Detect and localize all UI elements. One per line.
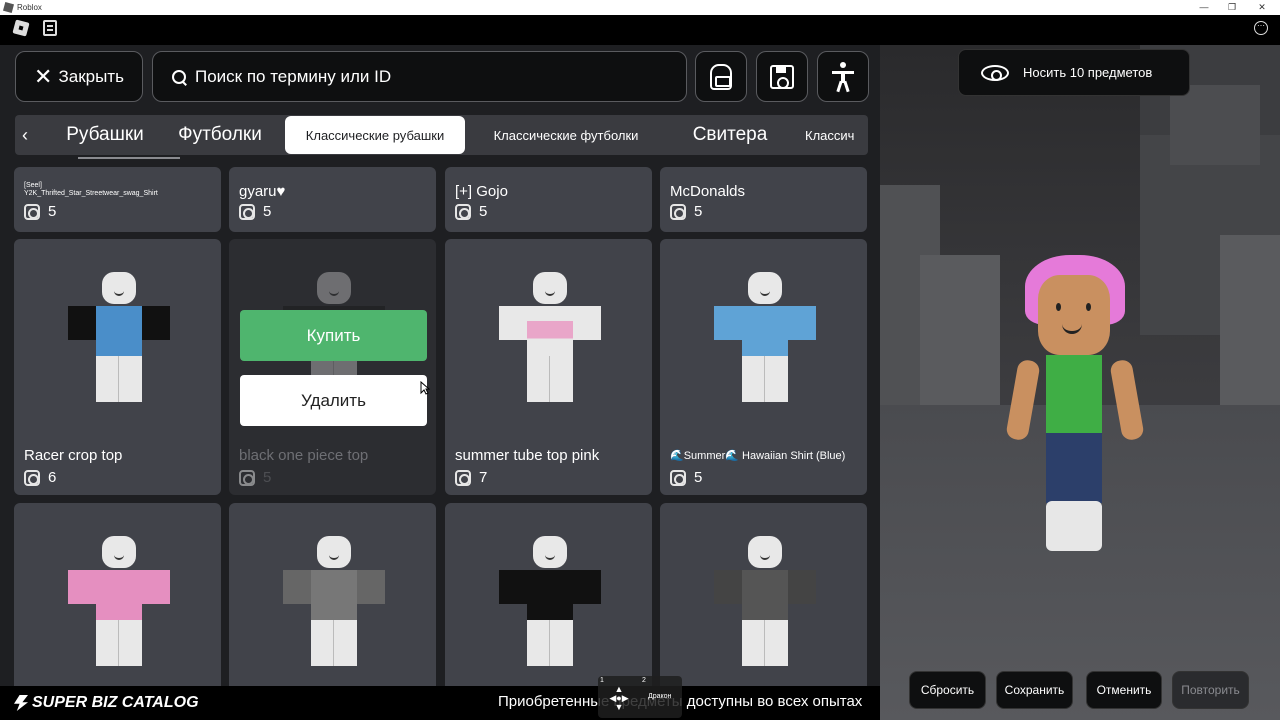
maximize-button[interactable]: ❐ <box>1218 0 1246 15</box>
item-price: 5 <box>24 203 56 220</box>
item-preview <box>497 536 603 676</box>
tab-classic-more[interactable]: Классич <box>805 115 868 155</box>
save-outfit-button[interactable] <box>756 51 808 102</box>
close-catalog-button[interactable]: ✕ Закрыть <box>15 51 143 102</box>
item-preview <box>712 272 818 412</box>
robux-icon <box>24 203 40 220</box>
tab-shirts[interactable]: Рубашки <box>55 115 155 155</box>
wear-items-button[interactable]: Носить 10 предметов <box>958 49 1190 96</box>
item-card[interactable]: Racer crop top 6 <box>14 239 221 495</box>
item-name: gyaru♥ <box>239 183 286 200</box>
notes-icon[interactable] <box>43 20 57 36</box>
buy-button[interactable]: Купить <box>240 310 427 361</box>
brand-logo: SUPER BIZ CATALOG <box>14 694 199 712</box>
redo-button[interactable]: Повторить <box>1172 671 1249 709</box>
window-title: Roblox <box>17 3 42 12</box>
item-preview <box>712 536 818 676</box>
item-card[interactable]: gyaru♥ 5 <box>229 167 436 232</box>
item-price: 7 <box>455 469 487 486</box>
robux-icon <box>24 469 40 486</box>
emote-slot-1: 1 <box>600 677 604 684</box>
search-input[interactable] <box>195 66 675 87</box>
minimize-button[interactable]: — <box>1190 0 1218 15</box>
tabs-back-chevron-icon[interactable]: ‹ <box>15 115 35 155</box>
item-preview <box>66 536 172 676</box>
item-card-selected[interactable]: black one piece top 5 <box>229 239 436 495</box>
floppy-disk-icon <box>770 64 794 89</box>
mouse-cursor-icon <box>420 381 430 395</box>
item-name: McDonalds <box>670 183 746 200</box>
roblox-app-icon <box>2 1 15 14</box>
item-price: 5 <box>239 469 271 486</box>
robux-icon <box>455 469 471 486</box>
emote-label: Дракон <box>648 693 672 700</box>
item-name: black one piece top <box>239 447 369 464</box>
tab-underline <box>78 157 180 159</box>
person-icon <box>830 61 856 92</box>
wear-items-label: Носить 10 предметов <box>1023 65 1153 80</box>
item-name: [+] Gojo <box>455 183 508 200</box>
item-card[interactable]: [+] Gojo 5 <box>445 167 652 232</box>
item-name: 🌊Summer🌊 Hawaiian Shirt (Blue) <box>670 450 846 462</box>
item-name: [Seel] Y2K_Thrifted_Star_Streetwear_swag… <box>24 182 158 197</box>
brand-name: SUPER BIZ CATALOG <box>32 694 199 711</box>
item-preview <box>281 536 387 676</box>
tab-sweaters[interactable]: Свитера <box>675 115 785 155</box>
tab-tshirts[interactable]: Футболки <box>165 115 275 155</box>
close-window-button[interactable]: ✕ <box>1248 0 1276 15</box>
price-value: 5 <box>694 469 703 486</box>
robux-icon <box>455 203 471 220</box>
robux-icon <box>239 203 255 220</box>
item-card[interactable]: McDonalds 5 <box>660 167 867 232</box>
item-card[interactable]: [Seel] Y2K_Thrifted_Star_Streetwear_swag… <box>14 167 221 232</box>
price-value: 5 <box>694 203 703 220</box>
item-price: 5 <box>670 203 702 220</box>
tab-classic-tshirts[interactable]: Классические футболки <box>475 115 657 155</box>
player-avatar <box>1000 255 1150 555</box>
price-value: 5 <box>263 203 272 220</box>
dpad-icon: ▲ ◀●▶ ▼ <box>609 684 629 712</box>
item-name: Racer crop top <box>24 447 123 464</box>
reset-button[interactable]: Сбросить <box>909 671 986 709</box>
item-price: 5 <box>670 469 702 486</box>
robux-icon <box>670 203 686 220</box>
undo-button[interactable]: Отменить <box>1086 671 1162 709</box>
search-box[interactable] <box>152 51 687 102</box>
price-value: 7 <box>479 469 488 486</box>
catalog-panel: ✕ Закрыть ‹ Рубашки Футболки Классически… <box>0 45 880 720</box>
save-button[interactable]: Сохранить <box>996 671 1073 709</box>
price-value: 5 <box>48 203 57 220</box>
price-value: 6 <box>48 469 57 486</box>
emote-widget[interactable]: 1 2 ▲ ◀●▶ ▼ Дракон <box>598 676 682 718</box>
item-card[interactable]: 🌊Summer🌊 Hawaiian Shirt (Blue) 5 <box>660 239 867 495</box>
avatar-pose-button[interactable] <box>817 51 869 102</box>
remove-button[interactable]: Удалить <box>240 375 427 426</box>
item-preview <box>66 272 172 412</box>
robux-icon <box>239 469 255 486</box>
close-icon: ✕ <box>34 63 53 89</box>
price-value: 5 <box>479 203 488 220</box>
tab-classic-shirts[interactable]: Классические рубашки <box>285 116 465 154</box>
category-tabs: ‹ Рубашки Футболки Классические рубашки … <box>15 115 868 155</box>
search-icon <box>171 69 187 85</box>
window-titlebar: Roblox — ❐ ✕ <box>0 0 1280 15</box>
item-price: 6 <box>24 469 56 486</box>
emote-slot-2: 2 <box>642 677 646 684</box>
lightning-icon <box>14 695 28 711</box>
backpack-button[interactable] <box>695 51 747 102</box>
more-icon[interactable]: ⋯ <box>1254 21 1268 35</box>
item-price: 5 <box>455 203 487 220</box>
roblox-top-strip <box>0 15 1280 45</box>
eye-icon <box>981 64 1009 81</box>
item-price: 5 <box>239 203 271 220</box>
item-preview <box>497 272 603 412</box>
item-name: summer tube top pink <box>455 447 600 464</box>
price-value: 5 <box>263 469 272 486</box>
backpack-icon <box>710 63 732 90</box>
robux-icon <box>670 469 686 486</box>
close-label: Закрыть <box>58 66 124 86</box>
item-card[interactable]: summer tube top pink 7 <box>445 239 652 495</box>
